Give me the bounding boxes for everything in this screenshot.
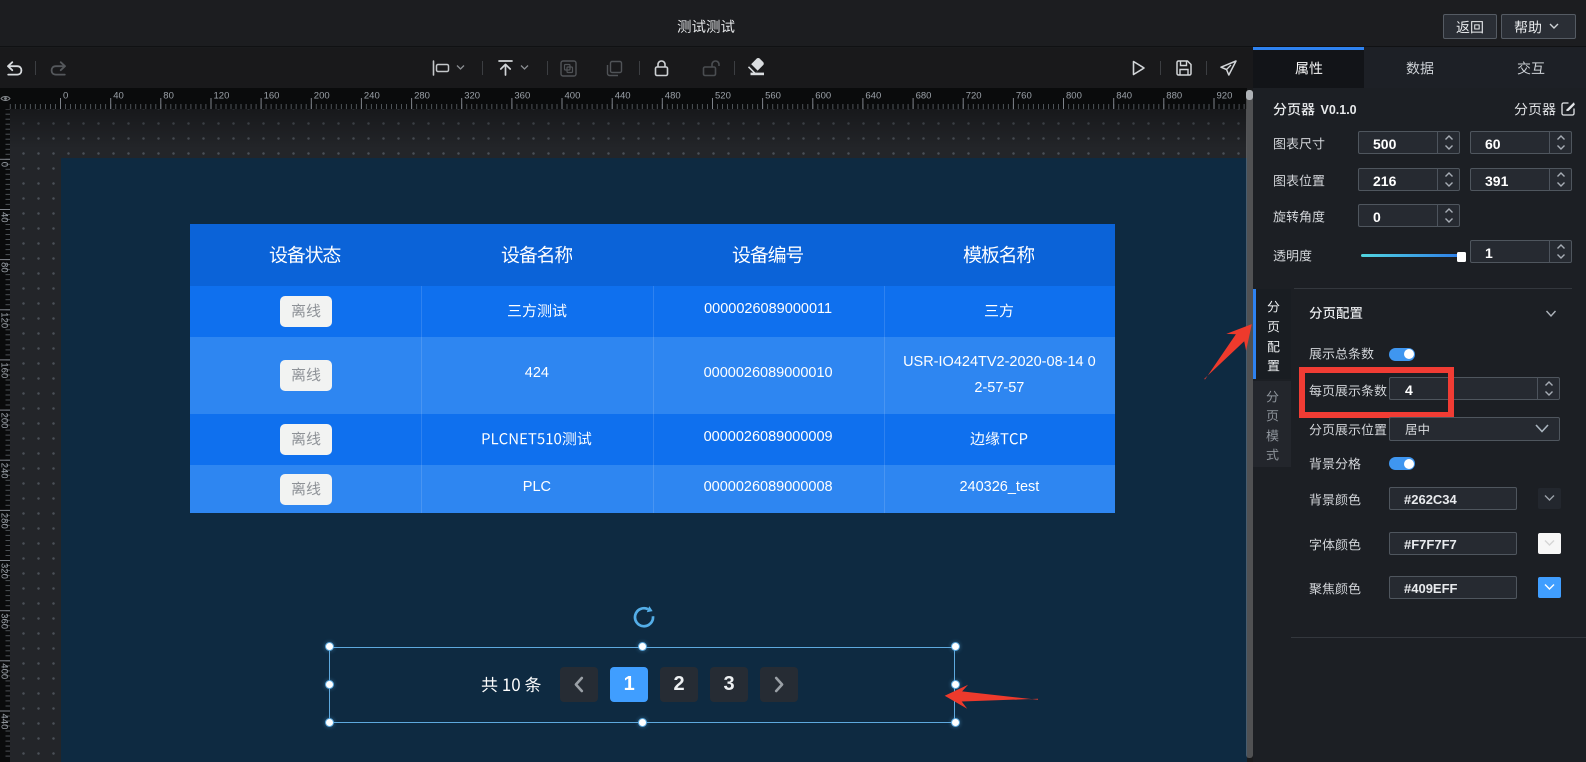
svg-text:720: 720: [966, 91, 982, 102]
svg-text:680: 680: [916, 91, 932, 102]
svg-text:400: 400: [565, 91, 581, 102]
svg-text:40: 40: [113, 91, 124, 102]
svg-text:120: 120: [0, 312, 10, 328]
svg-text:320: 320: [464, 91, 480, 102]
svg-text:840: 840: [1116, 91, 1132, 102]
svg-text:80: 80: [163, 91, 174, 102]
svg-text:440: 440: [0, 714, 10, 730]
svg-text:160: 160: [0, 362, 10, 378]
svg-text:920: 920: [1217, 91, 1233, 102]
svg-text:280: 280: [0, 513, 10, 529]
svg-text:240: 240: [364, 91, 380, 102]
svg-text:0: 0: [63, 91, 68, 102]
svg-text:880: 880: [1166, 91, 1182, 102]
svg-text:480: 480: [665, 91, 681, 102]
svg-text:440: 440: [615, 91, 631, 102]
svg-text:800: 800: [1066, 91, 1082, 102]
svg-text:80: 80: [0, 262, 10, 273]
svg-text:0: 0: [0, 162, 10, 167]
svg-text:640: 640: [865, 91, 881, 102]
svg-text:240: 240: [0, 463, 10, 479]
svg-text:200: 200: [0, 413, 10, 429]
svg-text:40: 40: [0, 212, 10, 223]
svg-text:560: 560: [765, 91, 781, 102]
svg-text:320: 320: [0, 563, 10, 579]
svg-text:600: 600: [815, 91, 831, 102]
svg-text:160: 160: [264, 91, 280, 102]
svg-text:280: 280: [414, 91, 430, 102]
svg-text:360: 360: [0, 613, 10, 629]
svg-text:760: 760: [1016, 91, 1032, 102]
svg-text:120: 120: [214, 91, 230, 102]
svg-text:520: 520: [715, 91, 731, 102]
svg-text:400: 400: [0, 663, 10, 679]
svg-text:360: 360: [514, 91, 530, 102]
svg-text:200: 200: [314, 91, 330, 102]
